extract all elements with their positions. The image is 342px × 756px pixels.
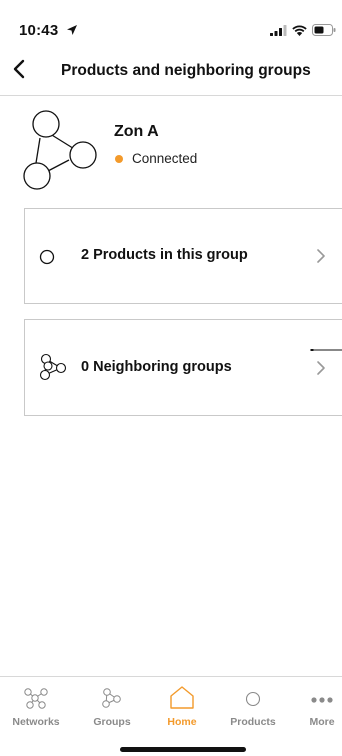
groups-icon [102, 688, 121, 708]
neighboring-groups-icon [39, 353, 67, 381]
group-graph-icon [23, 110, 97, 190]
tab-home[interactable]: Home [148, 677, 216, 733]
connection-status: Connected [115, 151, 197, 166]
tab-products[interactable]: Products [219, 677, 287, 733]
tab-groups-label: Groups [93, 716, 131, 728]
status-bar: 10:43 [0, 0, 342, 44]
chevron-right-icon [317, 361, 325, 375]
tab-networks-label: Networks [12, 716, 60, 728]
status-time: 10:43 [19, 22, 59, 39]
status-dot-icon [115, 154, 123, 163]
group-header: Zon A Connected [0, 96, 342, 196]
tab-networks[interactable]: Networks [2, 677, 70, 733]
status-indicators [270, 24, 336, 36]
products-icon [245, 691, 261, 707]
neighbors-card-label: 0 Neighboring groups [81, 359, 232, 375]
group-name: Zon A [114, 123, 159, 140]
location-arrow-icon [67, 25, 77, 35]
status-text: Connected [132, 151, 198, 166]
tab-groups[interactable]: Groups [78, 677, 146, 733]
product-circle-icon [39, 249, 55, 265]
tab-home-label: Home [167, 716, 197, 728]
chevron-right-icon [317, 249, 325, 263]
navigation-bar: Products and neighboring groups [0, 44, 342, 96]
tab-more[interactable]: More [288, 677, 342, 733]
wifi-icon [292, 25, 307, 36]
tab-more-label: More [309, 716, 335, 728]
networks-icon [24, 688, 48, 709]
signal-icon [270, 24, 287, 36]
home-indicator [120, 747, 246, 752]
products-in-group-card[interactable]: 2 Products in this group [24, 208, 342, 304]
products-card-label: 2 Products in this group [81, 247, 248, 263]
home-icon [170, 686, 194, 709]
page-title: Products and neighboring groups [61, 62, 311, 79]
bottom-tab-bar: Networks Groups Home Products More [0, 676, 342, 756]
pin-connector-icon [310, 349, 342, 351]
battery-icon [312, 24, 336, 36]
more-icon [311, 697, 333, 703]
tab-products-label: Products [230, 716, 276, 728]
back-chevron-icon[interactable] [8, 56, 32, 82]
neighboring-groups-card[interactable]: 0 Neighboring groups [24, 319, 342, 416]
